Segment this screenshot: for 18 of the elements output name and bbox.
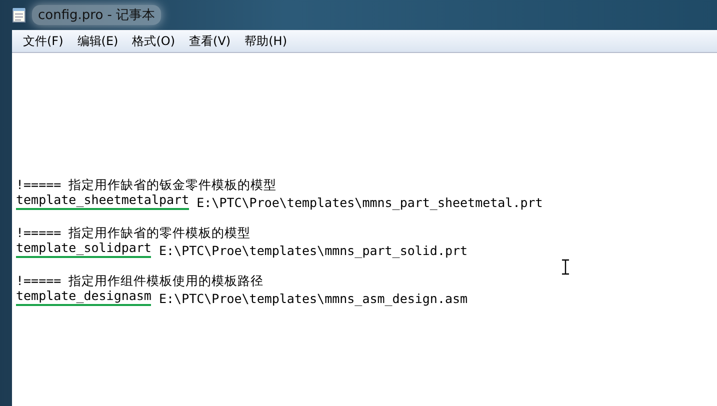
- option-name: template_designasm: [16, 288, 152, 306]
- option-value: E:\PTC\Proe\templates\mmns_part_sheetmetal.prt: [196, 195, 543, 210]
- comment-line: !===== 指定用作组件模板使用的模板路径: [16, 272, 264, 290]
- text-area[interactable]: [12, 53, 717, 406]
- option-value: E:\PTC\Proe\templates\mmns_asm_design.asm: [159, 291, 468, 306]
- text-cursor-icon: [562, 259, 569, 275]
- option-name: template_solidpart: [16, 240, 152, 258]
- menu-item[interactable]: 编辑(E): [70, 30, 126, 52]
- menu-item[interactable]: 查看(V): [182, 30, 238, 52]
- menu-item[interactable]: 文件(F): [16, 30, 70, 52]
- menu-item[interactable]: 帮助(H): [238, 30, 294, 52]
- notepad-icon: [12, 7, 26, 23]
- comment-line: !===== 指定用作缺省的钣金零件模板的模型: [16, 176, 277, 194]
- option-name: template_sheetmetalpart: [16, 192, 190, 210]
- comment-line: !===== 指定用作缺省的零件模板的模型: [16, 224, 251, 242]
- window-title: config.pro - 记事本: [32, 5, 162, 25]
- menu-item[interactable]: 格式(O): [125, 30, 182, 52]
- option-value: E:\PTC\Proe\templates\mmns_part_solid.prt: [159, 243, 468, 258]
